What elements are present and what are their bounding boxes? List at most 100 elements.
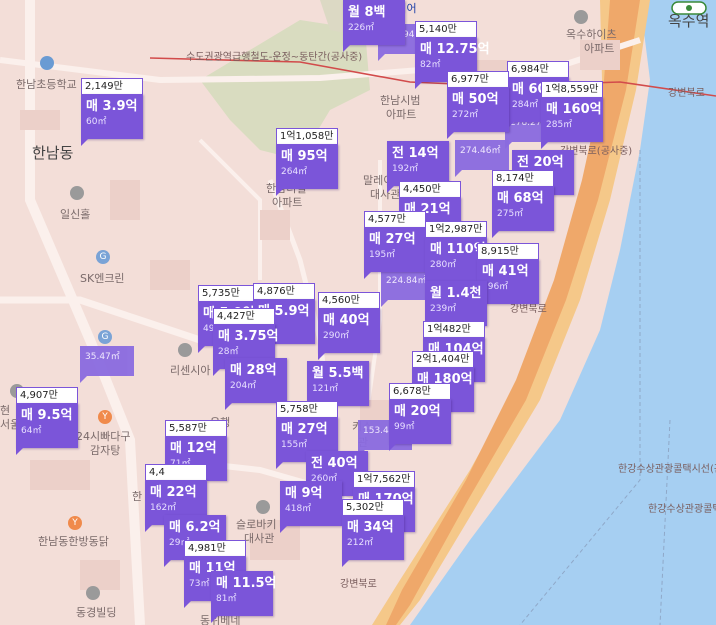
- marker-pointer: [184, 601, 198, 608]
- map-label: 한남동한방동닭: [38, 535, 109, 548]
- listing-marker-body: 매 28억 204㎡: [225, 358, 287, 403]
- listing-marker[interactable]: 1억8,559만 매 160억 285㎡: [541, 81, 603, 149]
- marker-pointer: [447, 132, 461, 139]
- listing-marker-body: 매 20억 99㎡: [389, 399, 451, 444]
- listing-marker-body: 월 8백 226㎡: [343, 0, 405, 45]
- map-label: 한: [132, 490, 143, 503]
- listing-unit-price: 5,735만: [198, 285, 260, 301]
- listing-deal-price: 월 8백: [348, 5, 386, 20]
- listing-deal-price: 매 9.5억: [21, 408, 73, 423]
- listing-marker[interactable]: 월 8백 226㎡: [343, 0, 405, 52]
- listing-deal-price: 매 9억: [285, 486, 323, 501]
- listing-unit-price: 5,302만: [342, 499, 404, 515]
- marker-pointer: [415, 82, 429, 89]
- listing-marker-body: 매 68억 275㎡: [492, 186, 554, 231]
- listing-marker[interactable]: 2,149만 매 3.9억 60㎡: [81, 78, 143, 146]
- listing-marker[interactable]: 4,577만 매 27억 195㎡: [364, 211, 426, 279]
- listing-area: 239㎡: [430, 304, 457, 314]
- food-poi-icon[interactable]: Y: [98, 410, 112, 424]
- listing-marker[interactable]: 매 11.5억 81㎡: [211, 571, 277, 623]
- listing-unit-price: 1억482만: [423, 321, 485, 337]
- okso-station-icon[interactable]: [662, 0, 716, 26]
- listing-marker-body: 매 27억 195㎡: [364, 227, 426, 272]
- listing-area: 64㎡: [21, 426, 42, 436]
- listing-marker-body: 매 50억 272㎡: [447, 87, 509, 132]
- listing-deal-price: 월 5.5백: [312, 366, 364, 381]
- listing-marker[interactable]: 매 9억 418㎡: [280, 481, 342, 533]
- listing-marker[interactable]: 4,560만 매 40억 290㎡: [318, 292, 380, 360]
- gray-poi-icon[interactable]: [178, 343, 192, 357]
- listing-area: 418㎡: [285, 504, 312, 514]
- listing-deal-price: 전 14억: [392, 146, 439, 161]
- food-poi-icon[interactable]: Y: [68, 516, 82, 530]
- listing-area: 290㎡: [323, 331, 350, 341]
- listing-unit-price: 1억1,058만: [276, 128, 338, 144]
- listing-unit-price: 4,876만: [253, 283, 315, 299]
- listing-deal-price: 매 110억: [430, 242, 486, 257]
- listing-area: 212㎡: [347, 538, 374, 548]
- map-label: 수도권광역급행철도-운정~동탄간(공사중): [186, 52, 363, 63]
- listing-area: 280㎡: [430, 260, 457, 270]
- map-label: 아파트: [386, 108, 417, 121]
- listing-area: 272㎡: [452, 110, 479, 120]
- listing-marker[interactable]: 8,174만 매 68억 275㎡: [492, 170, 554, 238]
- listing-marker-body: 매 3.9억 60㎡: [81, 94, 143, 139]
- listing-marker[interactable]: 6,678만 매 20억 99㎡: [389, 383, 451, 451]
- listing-unit-price: 4,981만: [184, 540, 246, 556]
- listing-area: 82㎡: [420, 60, 441, 70]
- listing-marker-body: 매 9.5억 64㎡: [16, 403, 78, 448]
- listing-area: 162㎡: [150, 503, 177, 513]
- listing-area: 264㎡: [281, 167, 308, 177]
- gray-poi-icon[interactable]: [70, 186, 84, 200]
- listing-unit-price: 2억1,404만: [412, 351, 474, 367]
- listing-unit-price: 5,587만: [165, 420, 227, 436]
- listing-unit-price: 5,140만: [415, 21, 477, 37]
- gray-poi-icon[interactable]: [574, 10, 588, 24]
- listing-deal-price: 매 12억: [170, 441, 217, 456]
- marker-pointer: [318, 353, 332, 360]
- listing-marker[interactable]: 5,302만 매 34억 212㎡: [342, 499, 404, 567]
- listing-deal-price: 매 6.2억: [169, 520, 221, 535]
- listing-area: 60㎡: [86, 117, 107, 127]
- marker-pointer: [225, 403, 239, 410]
- listing-marker[interactable]: 4,907만 매 9.5억 64㎡: [16, 387, 78, 455]
- marker-pointer: [389, 444, 403, 451]
- listing-deal-price: 매 160억: [546, 102, 602, 117]
- listing-deal-price: 매 22억: [150, 485, 197, 500]
- map-label: 한남동: [32, 144, 74, 162]
- listing-marker-body: 매 9억 418㎡: [280, 481, 342, 526]
- listing-deal-price: 매 3.75억: [218, 329, 279, 344]
- listing-deal-price: 월 1.4천: [430, 286, 482, 301]
- marker-pointer: [211, 616, 225, 623]
- gray-poi-icon[interactable]: [256, 500, 270, 514]
- area-tag[interactable]: 274.46㎡: [455, 140, 509, 177]
- listing-marker-body: 월 5.5백 121㎡: [307, 361, 369, 406]
- listing-marker-body: 전 14억 192㎡: [387, 141, 449, 186]
- real-estate-map[interactable]: 한남동 한남초등학교 일신홀 SK엔크린 리센시아 24시빠다구 감자탕 한남동한방동닭 동경빌…: [0, 0, 716, 625]
- gray-poi-icon[interactable]: [86, 586, 100, 600]
- area-tag[interactable]: 35.47㎡: [80, 346, 134, 383]
- listing-unit-price: 5,758만: [276, 401, 338, 417]
- listing-deal-price: 매 50억: [452, 92, 499, 107]
- listing-area: 192㎡: [392, 164, 419, 174]
- listing-deal-price: 매 41억: [482, 264, 529, 279]
- marker-pointer: [81, 139, 95, 146]
- map-label: 강변북로: [668, 88, 705, 99]
- listing-area: 195㎡: [369, 250, 396, 260]
- listing-deal-price: 매 95억: [281, 149, 328, 164]
- listing-unit-price: 6,984만: [507, 61, 569, 77]
- listing-unit-price: 4,560만: [318, 292, 380, 308]
- gas-poi-icon[interactable]: G: [96, 250, 110, 264]
- marker-pointer: [276, 462, 290, 469]
- listing-unit-price: 8,915만: [477, 243, 539, 259]
- listing-deal-price: 전 40억: [311, 456, 358, 471]
- marker-pointer: [541, 142, 555, 149]
- listing-marker[interactable]: 1억1,058만매 95억 264㎡: [276, 128, 338, 196]
- school-poi-icon[interactable]: [40, 56, 54, 70]
- listing-unit-price: 1억8,559만: [541, 81, 603, 97]
- listing-unit-price: 2,149만: [81, 78, 143, 94]
- listing-marker[interactable]: 6,977만 매 50억 272㎡: [447, 71, 509, 139]
- gas-poi-icon[interactable]: G: [98, 330, 112, 344]
- listing-marker-body: 월 1.4천 239㎡: [425, 281, 487, 326]
- marker-pointer: [276, 189, 290, 196]
